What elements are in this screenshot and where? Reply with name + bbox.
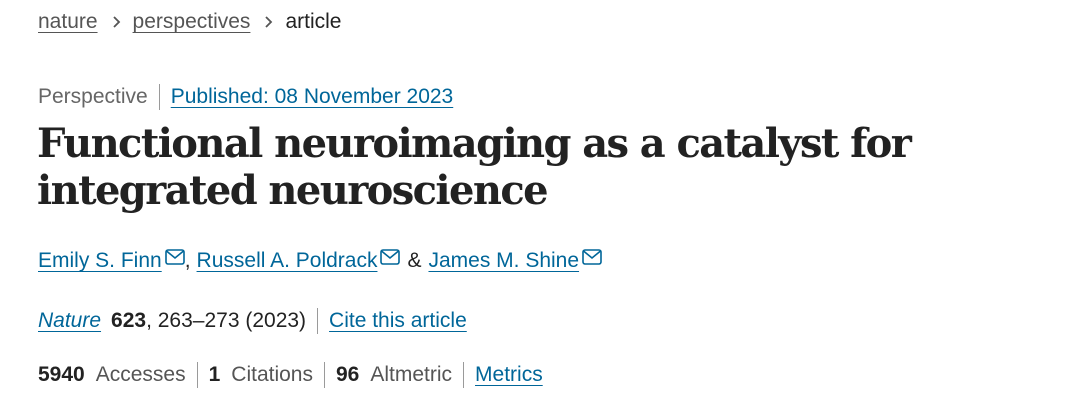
accesses-label: Accesses: [95, 363, 186, 386]
breadcrumb: nature perspectives article: [38, 8, 341, 36]
pages-year: , 263–273 (2023): [146, 309, 307, 332]
author: James M. Shine: [428, 249, 602, 273]
metrics-link[interactable]: Metrics: [475, 363, 543, 387]
chevron-right-icon: [112, 15, 121, 29]
citations-count: 1: [208, 363, 221, 386]
author-link[interactable]: James M. Shine: [428, 249, 579, 273]
accesses-count: 5940: [38, 363, 85, 386]
journal-link[interactable]: Nature: [38, 309, 101, 333]
divider: [196, 362, 198, 388]
mail-icon[interactable]: [164, 247, 185, 271]
breadcrumb-perspectives-link[interactable]: perspectives: [133, 10, 251, 34]
chevron-right-icon: [264, 15, 273, 29]
citations-label: Citations: [231, 363, 313, 386]
mail-icon[interactable]: [582, 247, 602, 271]
article-type: Perspective: [38, 85, 148, 108]
citation-info: Nature 623 , 263–273 (2023) Cite this ar…: [38, 307, 467, 335]
author-list: Emily S. Finn , Russell A. Poldrack & Ja…: [38, 246, 602, 276]
author: Emily S. Finn: [38, 249, 185, 273]
divider: [463, 362, 465, 388]
divider: [323, 362, 325, 388]
mail-icon[interactable]: [380, 247, 401, 271]
breadcrumb-current: article: [285, 10, 342, 33]
volume-number: 623: [111, 309, 147, 332]
author-separator: ,: [184, 249, 191, 272]
divider: [158, 84, 160, 110]
cite-article-link[interactable]: Cite this article: [329, 309, 467, 333]
breadcrumb-nature-link[interactable]: nature: [38, 10, 98, 34]
published-date-link[interactable]: Published: 08 November 2023: [171, 85, 454, 109]
author: Russell A. Poldrack: [197, 249, 401, 273]
article-title: Functional neuroimaging as a catalyst fo…: [37, 120, 912, 214]
altmetric-label: Altmetric: [370, 363, 453, 386]
author-separator: &: [407, 249, 422, 272]
article-meta: Perspective Published: 08 November 2023: [38, 83, 453, 111]
author-link[interactable]: Emily S. Finn: [38, 249, 162, 273]
article-metrics: 5940 Accesses 1 Citations 96 Altmetric M…: [38, 361, 543, 389]
altmetric-count: 96: [335, 363, 360, 386]
author-link[interactable]: Russell A. Poldrack: [197, 249, 378, 273]
divider: [317, 308, 319, 334]
